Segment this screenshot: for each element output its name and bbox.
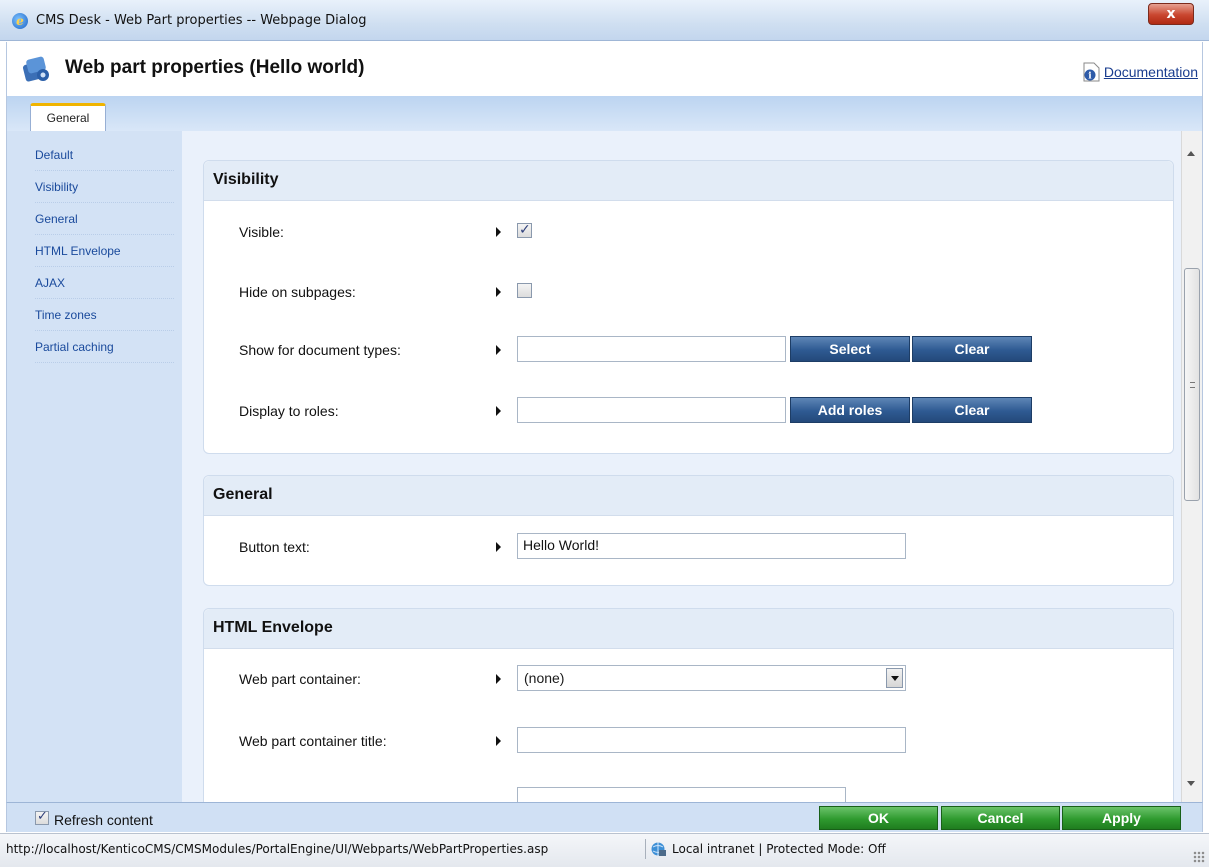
hide-on-subpages-row: Hide on subpages: <box>204 277 1173 307</box>
visibility-panel: Visibility Visible: Hide on subpages: Sh… <box>203 160 1174 454</box>
status-bar: http://localhost/KenticoCMS/CMSModules/P… <box>0 833 1209 867</box>
web-part-container-select[interactable]: (none) <box>517 665 906 691</box>
tab-general[interactable]: General <box>30 103 106 131</box>
sidebar-item-time-zones[interactable]: Time zones <box>35 299 174 331</box>
clear-roles-button[interactable]: Clear <box>912 397 1032 423</box>
apply-button[interactable]: Apply <box>1062 806 1181 830</box>
category-sidebar: Default Visibility General HTML Envelope… <box>6 131 182 802</box>
expand-arrow-icon <box>496 345 501 355</box>
svg-text:i: i <box>1088 72 1092 82</box>
window-title: CMS Desk - Web Part properties -- Webpag… <box>36 13 367 28</box>
web-part-container-label: Web part container: <box>239 671 361 687</box>
button-text-row: Button text: Hello World! <box>204 532 1173 562</box>
visible-checkbox[interactable] <box>517 221 532 238</box>
html-envelope-heading: HTML Envelope <box>204 609 1173 649</box>
tab-strip: General <box>6 96 1203 131</box>
display-to-roles-label: Display to roles: <box>239 403 339 419</box>
web-part-container-title-input[interactable] <box>517 727 906 753</box>
expand-arrow-icon <box>496 406 501 416</box>
properties-content: Visibility Visible: Hide on subpages: Sh… <box>182 131 1181 802</box>
status-url: http://localhost/KenticoCMS/CMSModules/P… <box>6 842 549 856</box>
next-field-row <box>204 786 1173 802</box>
visible-row: Visible: <box>204 217 1173 247</box>
security-zone-text: Local intranet | Protected Mode: Off <box>672 842 886 856</box>
scrollbar-thumb[interactable] <box>1184 268 1200 501</box>
sidebar-item-default[interactable]: Default <box>35 139 174 171</box>
intranet-zone-icon <box>651 842 666 856</box>
documentation-link[interactable]: Documentation <box>1104 64 1198 80</box>
dialog-footer: Refresh content OK Cancel Apply <box>6 802 1203 832</box>
web-part-container-title-label: Web part container title: <box>239 733 387 749</box>
display-to-roles-input[interactable] <box>517 397 786 423</box>
sidebar-item-html-envelope[interactable]: HTML Envelope <box>35 235 174 267</box>
sidebar-item-ajax[interactable]: AJAX <box>35 267 174 299</box>
internet-explorer-icon: e <box>12 13 28 29</box>
status-separator <box>645 839 646 859</box>
general-panel: General Button text: Hello World! <box>203 475 1174 586</box>
web-part-container-title-row: Web part container title: <box>204 726 1173 756</box>
document-types-input[interactable] <box>517 336 786 362</box>
expand-arrow-icon <box>496 736 501 746</box>
button-text-label: Button text: <box>239 539 310 555</box>
dropdown-arrow-icon[interactable] <box>886 668 903 688</box>
add-roles-button[interactable]: Add roles <box>790 397 910 423</box>
scroll-down-icon[interactable] <box>1187 781 1195 786</box>
web-part-container-row: Web part container: (none) <box>204 664 1173 694</box>
documentation-icon: i <box>1083 62 1100 82</box>
page-title: Web part properties (Hello world) <box>65 57 365 78</box>
sidebar-item-visibility[interactable]: Visibility <box>35 171 174 203</box>
visibility-heading: Visibility <box>204 161 1173 201</box>
web-part-container-value: (none) <box>524 670 565 686</box>
general-heading: General <box>204 476 1173 516</box>
vertical-scrollbar[interactable] <box>1181 131 1203 802</box>
sidebar-item-general[interactable]: General <box>35 203 174 235</box>
expand-arrow-icon <box>496 674 501 684</box>
document-types-label: Show for document types: <box>239 342 401 358</box>
select-button[interactable]: Select <box>790 336 910 362</box>
hide-on-subpages-checkbox[interactable] <box>517 283 532 298</box>
close-button[interactable]: x <box>1148 3 1194 25</box>
expand-arrow-icon <box>496 542 501 552</box>
web-part-icon <box>22 56 49 82</box>
window-title-bar: e CMS Desk - Web Part properties -- Webp… <box>0 0 1209 41</box>
scroll-up-icon[interactable] <box>1187 151 1195 156</box>
hide-on-subpages-label: Hide on subpages: <box>239 284 356 300</box>
html-envelope-panel: HTML Envelope Web part container: (none)… <box>203 608 1174 802</box>
resize-grip-icon[interactable] <box>1193 851 1205 863</box>
document-types-row: Show for document types: Select Clear <box>204 335 1173 365</box>
clear-document-types-button[interactable]: Clear <box>912 336 1032 362</box>
button-text-input[interactable]: Hello World! <box>517 533 906 559</box>
next-field-input[interactable] <box>517 787 846 802</box>
documentation-link-group: i Documentation <box>1083 62 1198 82</box>
sidebar-item-partial-caching[interactable]: Partial caching <box>35 331 174 363</box>
display-to-roles-row: Display to roles: Add roles Clear <box>204 396 1173 426</box>
ok-button[interactable]: OK <box>819 806 938 830</box>
expand-arrow-icon <box>496 287 501 297</box>
cancel-button[interactable]: Cancel <box>941 806 1060 830</box>
refresh-content-checkbox[interactable] <box>35 808 49 825</box>
grip-icon <box>1190 382 1195 388</box>
refresh-content-label[interactable]: Refresh content <box>54 812 153 828</box>
expand-arrow-icon <box>496 227 501 237</box>
visible-label: Visible: <box>239 224 284 240</box>
dialog-header: Web part properties (Hello world) i Docu… <box>6 42 1203 96</box>
